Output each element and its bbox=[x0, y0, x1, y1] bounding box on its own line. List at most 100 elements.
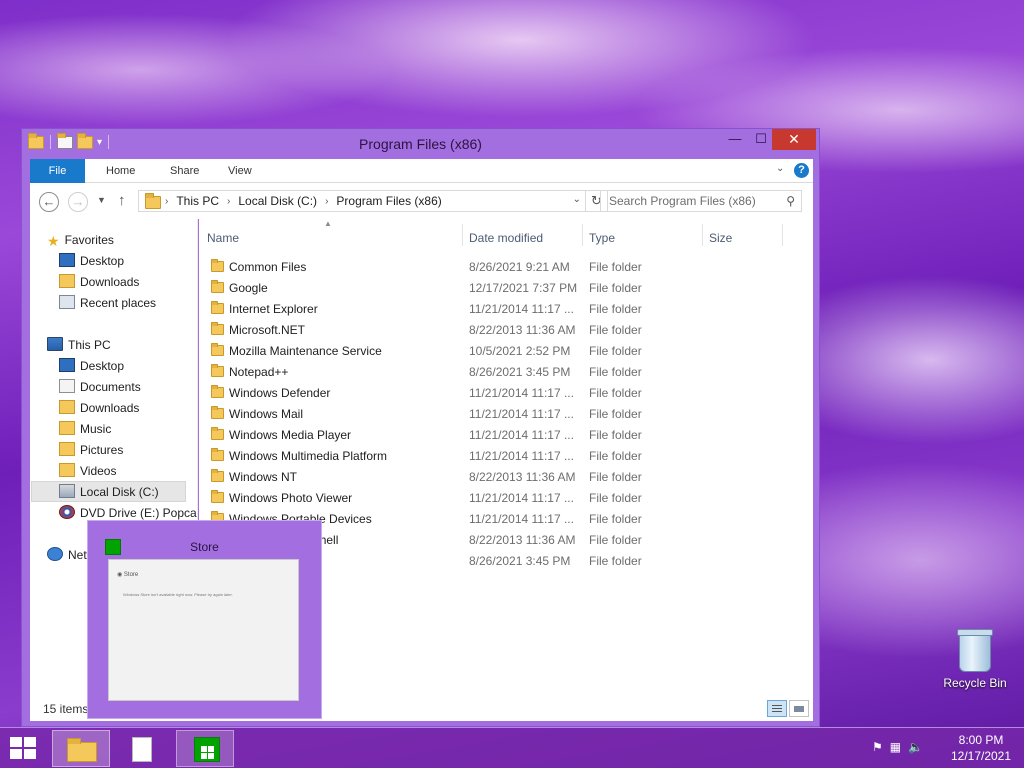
file-row[interactable]: Internet Explorer 11/21/2014 11:17 ... Fil… bbox=[199, 299, 813, 320]
clock[interactable]: 8:00 PM 12/17/2021 bbox=[946, 732, 1016, 764]
details-view-button[interactable] bbox=[767, 700, 787, 717]
pictures-icon bbox=[59, 442, 75, 456]
nav-favorites[interactable]: ★ Favorites bbox=[47, 230, 114, 251]
taskbar-file-explorer[interactable] bbox=[52, 730, 110, 767]
column-header-size[interactable]: Size bbox=[709, 231, 732, 245]
nav-label: Local Disk (C:) bbox=[80, 485, 159, 499]
downloads-icon bbox=[59, 274, 75, 288]
back-button[interactable]: ← bbox=[39, 192, 59, 212]
nav-pc-local-disk[interactable]: Local Disk (C:) bbox=[31, 481, 186, 502]
folder-icon bbox=[211, 385, 224, 398]
system-tray: ⚑ ▦ 🔈 bbox=[872, 740, 923, 754]
hard-drive-icon bbox=[59, 484, 75, 498]
downloads-icon bbox=[59, 400, 75, 414]
file-row[interactable]: Windows Defender 11/21/2014 11:17 ... File… bbox=[199, 383, 813, 404]
chevron-right-icon[interactable]: › bbox=[227, 194, 230, 210]
search-icon[interactable]: ⚲ bbox=[786, 194, 795, 208]
file-row[interactable]: Google 12/17/2021 7:37 PM File folder bbox=[199, 278, 813, 299]
preview-title: ◉ Store bbox=[117, 572, 139, 578]
file-row[interactable]: Notepad++ 8/26/2021 3:45 PM File folder bbox=[199, 362, 813, 383]
store-preview[interactable]: ◉ Store Windows Store isn't available ri… bbox=[108, 559, 299, 701]
tab-share[interactable]: Share bbox=[170, 159, 199, 183]
column-header-date[interactable]: Date modified bbox=[469, 231, 543, 245]
crumb-program-files[interactable]: Program Files (x86) bbox=[336, 194, 441, 210]
file-name: Microsoft.NET bbox=[229, 323, 306, 337]
file-row[interactable]: Windows Multimedia Platform 11/21/2014 11… bbox=[199, 446, 813, 467]
minimize-button[interactable]: — bbox=[722, 129, 748, 150]
nav-pc-pictures[interactable]: Pictures bbox=[59, 440, 123, 461]
address-box[interactable]: › This PC › Local Disk (C:) › Program Fi… bbox=[138, 190, 586, 212]
file-name: Windows Mail bbox=[229, 407, 304, 421]
file-date: 11/21/2014 11:17 ... bbox=[469, 302, 574, 316]
maximize-button[interactable]: ☐ bbox=[748, 129, 774, 150]
nav-fav-recent[interactable]: Recent places bbox=[59, 293, 156, 314]
file-date: 8/26/2021 9:21 AM bbox=[469, 260, 570, 274]
file-name: Windows NT bbox=[229, 470, 298, 484]
nav-this-pc[interactable]: This PC bbox=[47, 335, 111, 356]
recycle-bin[interactable]: Recycle Bin bbox=[940, 629, 1010, 690]
tab-file[interactable]: File bbox=[30, 159, 85, 183]
file-type: File folder bbox=[589, 428, 642, 442]
search-input[interactable]: Search Program Files (x86) ⚲ bbox=[600, 190, 802, 212]
breadcrumb: › This PC › Local Disk (C:) › Program Fi… bbox=[165, 194, 442, 210]
file-name: Windows Photo Viewer bbox=[229, 491, 353, 505]
nav-fav-downloads[interactable]: Downloads bbox=[59, 272, 139, 293]
action-center-flag-icon[interactable]: ⚑ bbox=[872, 740, 883, 754]
chevron-right-icon[interactable]: › bbox=[165, 194, 168, 210]
recent-locations-icon[interactable]: ▼ bbox=[97, 195, 106, 205]
address-dropdown-icon[interactable]: ⌄ bbox=[573, 194, 581, 205]
folder-icon bbox=[211, 427, 224, 440]
file-type: File folder bbox=[589, 365, 642, 379]
file-row[interactable]: Windows Photo Viewer 11/21/2014 11:17 ...… bbox=[199, 488, 813, 509]
close-button[interactable]: ✕ bbox=[772, 129, 816, 150]
volume-muted-icon[interactable]: 🔈 bbox=[908, 740, 923, 754]
nav-pc-downloads[interactable]: Downloads bbox=[59, 398, 139, 419]
column-header-name[interactable]: Name bbox=[207, 231, 239, 245]
file-date: 8/22/2013 11:36 AM bbox=[469, 323, 576, 337]
chevron-right-icon[interactable]: › bbox=[325, 194, 328, 210]
crumb-local-disk[interactable]: Local Disk (C:) bbox=[238, 194, 317, 210]
nav-pc-desktop[interactable]: Desktop bbox=[59, 356, 124, 377]
nav-label: This PC bbox=[68, 338, 111, 352]
folder-icon bbox=[211, 406, 224, 419]
dvd-drive-icon bbox=[59, 505, 75, 519]
file-row[interactable]: Windows Media Player 11/21/2014 11:17 ...… bbox=[199, 425, 813, 446]
file-row[interactable]: Common Files 8/26/2021 9:21 AM File folder bbox=[199, 257, 813, 278]
taskbar-notepad[interactable] bbox=[113, 730, 171, 767]
start-button[interactable] bbox=[10, 737, 38, 759]
nav-pc-music[interactable]: Music bbox=[59, 419, 111, 440]
crumb-this-pc[interactable]: This PC bbox=[176, 194, 219, 210]
nav-label: Documents bbox=[80, 380, 141, 394]
taskbar-store[interactable] bbox=[176, 730, 234, 767]
tab-home[interactable]: Home bbox=[106, 159, 135, 183]
nav-pc-documents[interactable]: Documents bbox=[59, 377, 141, 398]
forward-button[interactable]: → bbox=[68, 192, 88, 212]
nav-fav-desktop[interactable]: Desktop bbox=[59, 251, 124, 272]
nav-label: Favorites bbox=[64, 233, 114, 247]
nav-pc-videos[interactable]: Videos bbox=[59, 461, 116, 482]
store-thumbnail-popup[interactable]: Store ◉ Store Windows Store isn't availa… bbox=[87, 520, 322, 719]
title-bar[interactable]: ▾ Program Files (x86) — ☐ ✕ bbox=[22, 129, 819, 159]
search-placeholder: Search Program Files (x86) bbox=[609, 194, 756, 208]
file-date: 8/26/2021 3:45 PM bbox=[469, 554, 571, 568]
file-name: Windows Defender bbox=[229, 386, 331, 400]
file-row[interactable]: Mozilla Maintenance Service 10/5/2021 2:5… bbox=[199, 341, 813, 362]
up-button[interactable]: ↑ bbox=[118, 192, 126, 209]
expand-ribbon-icon[interactable]: ⌄ bbox=[776, 163, 784, 174]
file-type: File folder bbox=[589, 302, 642, 316]
large-icons-view-button[interactable] bbox=[789, 700, 809, 717]
documents-icon bbox=[59, 379, 75, 393]
nav-label: Desktop bbox=[80, 254, 125, 268]
network-status-icon[interactable]: ▦ bbox=[890, 740, 901, 754]
folder-icon bbox=[211, 280, 224, 293]
file-date: 8/26/2021 3:45 PM bbox=[469, 365, 571, 379]
file-type: File folder bbox=[589, 386, 642, 400]
column-header-type[interactable]: Type bbox=[589, 231, 615, 245]
file-date: 10/5/2021 2:52 PM bbox=[469, 344, 571, 358]
tab-view[interactable]: View bbox=[228, 159, 252, 183]
file-row[interactable]: Windows Mail 11/21/2014 11:17 ... File fol… bbox=[199, 404, 813, 425]
nav-label: Pictures bbox=[80, 443, 124, 457]
help-icon[interactable]: ? bbox=[794, 163, 809, 178]
file-row[interactable]: Microsoft.NET 8/22/2013 11:36 AM File fold… bbox=[199, 320, 813, 341]
file-row[interactable]: Windows NT 8/22/2013 11:36 AM File folder bbox=[199, 467, 813, 488]
